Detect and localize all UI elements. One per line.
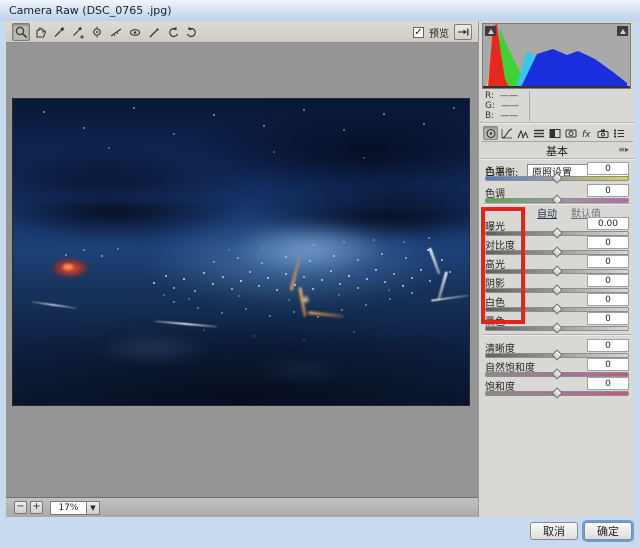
tab-camera-calibration-icon[interactable] [595, 126, 610, 140]
temperature-value[interactable]: 0 [587, 162, 629, 175]
highlights-value[interactable]: 0 [587, 255, 629, 268]
rotate-right-tool-icon[interactable] [183, 23, 201, 41]
tab-tone-curve-icon[interactable] [499, 126, 514, 140]
highlight-clipping-warning-icon[interactable] [617, 26, 628, 36]
photo-foreground [12, 325, 470, 406]
tab-detail-icon[interactable] [515, 126, 530, 140]
blacks-slider[interactable] [485, 326, 629, 331]
targeted-adjustment-tool-icon[interactable] [88, 23, 106, 41]
rotate-left-tool-icon[interactable] [164, 23, 182, 41]
slider-row-vibrance: 自然饱和度 0 [485, 359, 629, 378]
saturation-slider[interactable] [485, 391, 629, 396]
histogram[interactable] [482, 23, 631, 89]
slider-thumb[interactable] [551, 387, 562, 398]
zoom-bar: − + 17% ▼ [6, 497, 478, 517]
slider-row-contrast: 对比度 0 [485, 237, 629, 256]
slider-row-whites: 白色 0 [485, 294, 629, 313]
red-eye-tool-icon[interactable] [126, 23, 144, 41]
photo-red-light-glow [63, 264, 73, 270]
photo-white-light-trail [31, 301, 77, 309]
adjustments-panel: R:—— G:—— B:—— fx 基本 ≡▸ 白平衡: 原照设置 ▼ [478, 21, 634, 517]
slider-row-tint: 色调 0 [485, 185, 629, 204]
tab-presets-icon[interactable] [611, 126, 626, 140]
slider-row-clarity: 清晰度 0 [485, 340, 629, 359]
tab-hsl-grayscale-icon[interactable] [531, 126, 546, 140]
tab-split-toning-icon[interactable] [547, 126, 562, 140]
straighten-tool-icon[interactable] [107, 23, 125, 41]
zoom-tool-icon[interactable] [12, 23, 30, 41]
tools-toolbar: ✓ 预览 [6, 21, 478, 43]
color-sampler-tool-icon[interactable] [69, 23, 87, 41]
readout-divider [529, 91, 530, 121]
slider-row-exposure: 曝光 0.00 [485, 218, 629, 237]
slider-thumb[interactable] [551, 322, 562, 333]
clarity-value[interactable]: 0 [587, 339, 629, 352]
slider-row-highlights: 高光 0 [485, 256, 629, 275]
saturation-value[interactable]: 0 [587, 377, 629, 390]
shadow-clipping-warning-icon[interactable] [485, 26, 496, 36]
whites-value[interactable]: 0 [587, 293, 629, 306]
panel-title: 基本 [479, 143, 635, 157]
zoom-level-dropdown-arrow-icon[interactable]: ▼ [86, 501, 100, 515]
hand-tool-icon[interactable] [31, 23, 49, 41]
slider-row-shadows: 阴影 0 [485, 275, 629, 294]
slider-row-blacks: 黑色 0 [485, 313, 629, 332]
separator [479, 158, 635, 159]
r-value: —— [500, 91, 518, 101]
photo-orange-road-trail [301, 295, 310, 304]
tab-lens-corrections-icon[interactable] [563, 126, 578, 140]
contrast-value[interactable]: 0 [587, 236, 629, 249]
vibrance-value[interactable]: 0 [587, 358, 629, 371]
photo-orange-road-trail [308, 311, 344, 318]
histogram-graph [483, 24, 630, 88]
camera-raw-dialog: Camera Raw (DSC_0765 .jpg) [0, 0, 640, 548]
slider-thumb[interactable] [551, 172, 562, 183]
ok-button[interactable]: 确定 [584, 522, 632, 540]
zoom-out-button[interactable]: − [14, 501, 27, 514]
rgb-readout: R: —— G: —— B: —— [485, 91, 631, 121]
preview-label: 预览 [429, 25, 449, 40]
white-balance-tool-icon[interactable] [50, 23, 68, 41]
r-label: R: [485, 91, 494, 101]
svg-text:fx: fx [582, 130, 591, 140]
dialog-footer: 取消 确定 [0, 517, 640, 548]
image-work-area: ✓ 预览 [6, 21, 478, 517]
exposure-value[interactable]: 0.00 [587, 217, 629, 230]
adjustment-brush-tool-icon[interactable] [145, 23, 163, 41]
temperature-slider[interactable] [485, 176, 629, 181]
b-value: —— [500, 111, 518, 121]
g-label: G: [485, 101, 495, 111]
tab-effects-icon[interactable]: fx [579, 126, 594, 140]
cancel-button[interactable]: 取消 [530, 522, 578, 540]
blacks-value[interactable]: 0 [587, 312, 629, 325]
panel-menu-icon[interactable]: ≡▸ [618, 145, 629, 154]
preview-checkbox[interactable]: ✓ [413, 27, 424, 38]
slider-row-saturation: 饱和度 0 [485, 378, 629, 397]
g-value: —— [501, 101, 519, 111]
zoom-level-value[interactable]: 17% [50, 501, 86, 515]
toggle-fullscreen-icon[interactable] [454, 24, 472, 40]
photo-valley-glow [232, 224, 387, 273]
photo-preview[interactable] [12, 98, 470, 406]
separator [479, 122, 635, 123]
window-title: Camera Raw (DSC_0765 .jpg) [9, 4, 172, 17]
tint-value[interactable]: 0 [587, 184, 629, 197]
title-bar[interactable]: Camera Raw (DSC_0765 .jpg) [0, 0, 640, 21]
photo-town-lights [13, 99, 15, 101]
separator [483, 203, 631, 204]
shadows-value[interactable]: 0 [587, 274, 629, 287]
zoom-in-button[interactable]: + [30, 501, 43, 514]
separator [483, 334, 631, 335]
panel-tabs: fx [481, 125, 633, 142]
tab-basic-icon[interactable] [483, 126, 498, 140]
slider-row-temperature: 色温 0 [485, 163, 629, 182]
b-label: B: [485, 111, 494, 121]
